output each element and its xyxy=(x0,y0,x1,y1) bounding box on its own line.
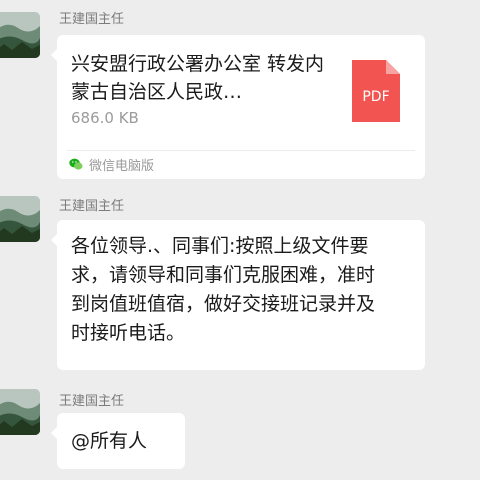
source-label: 微信电脑版 xyxy=(89,158,155,174)
sender-name: 王建国主任 xyxy=(59,394,125,409)
wechat-icon xyxy=(69,158,83,170)
avatar-landscape-image xyxy=(0,12,40,58)
text-message-bubble[interactable]: @所有人 xyxy=(51,413,185,469)
pdf-file-icon: PDF xyxy=(352,60,400,122)
file-size: 686.0 KB xyxy=(71,109,139,127)
avatar[interactable] xyxy=(0,12,40,58)
mention-text: @所有人 xyxy=(71,430,148,452)
avatar[interactable] xyxy=(0,196,40,242)
file-title: 兴安盟行政公署办公室 转发内蒙古自治区人民政… xyxy=(71,53,325,103)
avatar-landscape-image xyxy=(0,196,40,242)
text-message-bubble[interactable]: 各位领导.、同事们:按照上级文件要求，请领导和同事们克服困难，准时到岗值班值宿，… xyxy=(51,220,425,370)
message-text: 各位领导.、同事们:按照上级文件要求，请领导和同事们克服困难，准时到岗值班值宿，… xyxy=(71,235,376,344)
file-message-bubble[interactable]: 兴安盟行政公署办公室 转发内蒙古自治区人民政… 686.0 KB PDF 微信电… xyxy=(51,35,425,179)
sender-name: 王建国主任 xyxy=(59,199,125,214)
sender-name: 王建国主任 xyxy=(59,12,125,27)
pdf-type-label: PDF xyxy=(362,89,390,105)
avatar-landscape-image xyxy=(0,389,40,435)
avatar[interactable] xyxy=(0,389,40,435)
divider xyxy=(67,150,415,151)
source-row: 微信电脑版 xyxy=(69,153,154,175)
